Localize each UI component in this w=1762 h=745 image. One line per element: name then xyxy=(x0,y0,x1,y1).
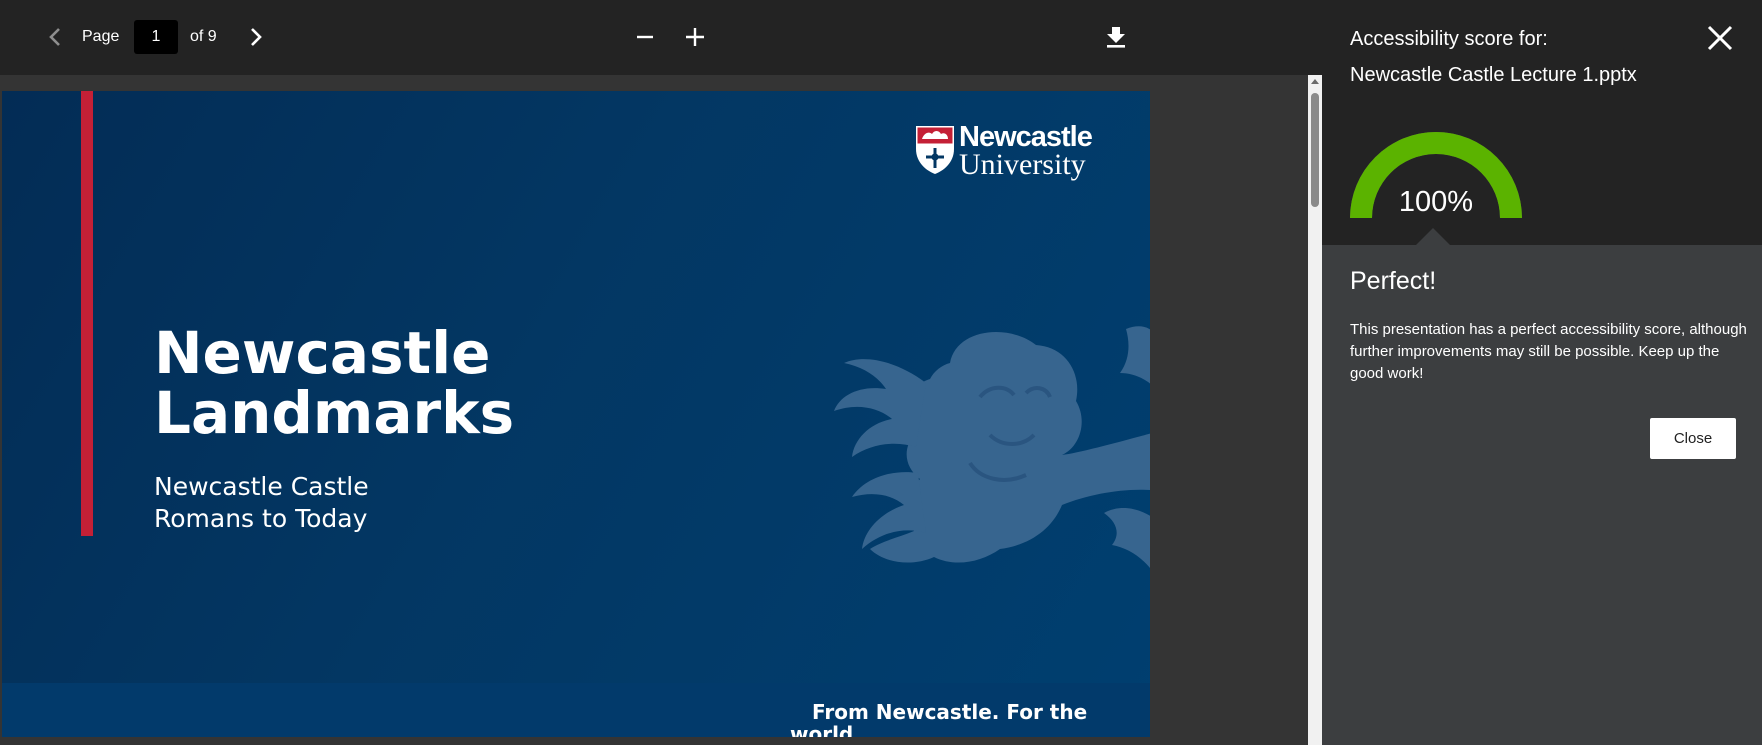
viewer-toolbar: Page of 9 xyxy=(0,0,1322,75)
download-icon xyxy=(1107,27,1125,48)
crest-icon xyxy=(916,126,954,174)
zoom-in-button[interactable] xyxy=(678,20,712,54)
panel-pointer xyxy=(1416,228,1450,245)
slide-accent-bar xyxy=(81,91,93,536)
chevron-right-icon xyxy=(251,28,262,46)
document-area: Newcastle University Newcastle Landmarks… xyxy=(0,75,1308,745)
close-icon xyxy=(1707,25,1733,51)
previous-page-button[interactable] xyxy=(38,20,72,54)
viewer-app: Page of 9 xyxy=(0,0,1762,745)
next-page-button[interactable] xyxy=(239,20,273,54)
result-title: Perfect! xyxy=(1350,267,1437,295)
plus-icon xyxy=(686,28,704,46)
page-number-input[interactable] xyxy=(134,20,178,54)
close-button[interactable]: Close xyxy=(1650,418,1736,459)
accessibility-panel-header: Accessibility score for: Newcastle Castl… xyxy=(1322,0,1762,245)
accessibility-panel-body: Perfect! This presentation has a perfect… xyxy=(1322,245,1762,745)
panel-filename: Newcastle Castle Lecture 1.pptx xyxy=(1350,64,1637,86)
close-panel-button[interactable] xyxy=(1702,20,1738,56)
slide-subtitle: Newcastle Castle Romans to Today xyxy=(154,472,369,533)
panel-heading: Accessibility score for: xyxy=(1350,28,1548,50)
zoom-out-button[interactable] xyxy=(628,20,662,54)
page-count-label: of 9 xyxy=(190,28,217,45)
page-label: Page xyxy=(82,28,120,45)
chevron-left-icon xyxy=(49,28,60,46)
slide-1: Newcastle University Newcastle Landmarks… xyxy=(2,91,1150,737)
document-scrollbar[interactable] xyxy=(1308,75,1322,745)
download-button[interactable] xyxy=(1099,20,1133,54)
scrollbar-thumb[interactable] xyxy=(1311,93,1319,207)
slide-tagline: From Newcastle. For the world. xyxy=(790,700,1088,737)
scroll-up-arrow-icon[interactable] xyxy=(1310,77,1320,87)
logo-wordmark-line2: University xyxy=(959,148,1086,181)
accessibility-score-value: 100% xyxy=(1398,186,1474,218)
minus-icon xyxy=(637,35,653,39)
lion-watermark-icon xyxy=(834,326,1150,569)
slide-title: Newcastle Landmarks xyxy=(154,319,515,447)
result-description: This presentation has a perfect accessib… xyxy=(1350,321,1747,382)
university-logo: Newcastle University xyxy=(915,121,1100,181)
